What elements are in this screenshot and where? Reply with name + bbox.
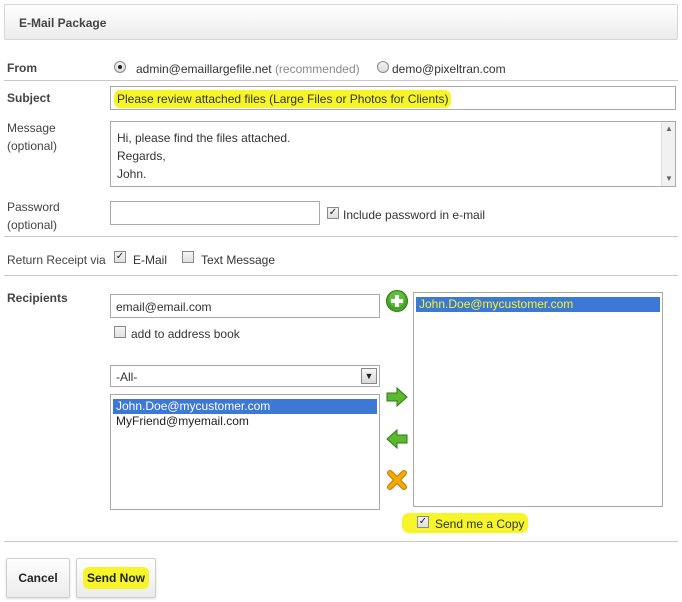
cancel-button[interactable]: Cancel [6,558,70,598]
password-input[interactable] [110,201,320,225]
from-option-admin: admin@emaillargefile.net (recommended) [136,62,360,76]
list-item[interactable]: John.Doe@mycustomer.com [416,297,660,312]
list-item[interactable]: John.Doe@mycustomer.com [113,399,377,414]
subject-value: Please review attached files (Large File… [114,90,452,108]
recipient-email-input[interactable]: email@email.com [110,294,380,318]
add-address-book-checkbox[interactable] [114,326,126,338]
divider [4,541,678,542]
message-scrollbar[interactable]: ▲ ▼ [661,122,675,186]
message-text: Hi, please find the files attached. Rega… [117,131,291,181]
include-password-label: Include password in e-mail [343,208,486,222]
from-option-demo: demo@pixeltran.com [392,62,506,76]
recipients-label: Recipients [7,291,68,305]
subject-input[interactable]: Please review attached files (Large File… [110,86,676,110]
receipt-text-checkbox[interactable] [182,251,194,263]
include-password-checkbox[interactable]: ✓ [327,207,339,219]
from-radio-demo[interactable] [377,61,389,73]
arrow-left-icon[interactable] [385,428,409,450]
from-label: From [7,61,37,75]
send-copy-label: Send me a Copy [435,517,525,531]
panel-header: E-Mail Package [4,4,678,40]
divider [4,236,678,237]
arrow-right-icon[interactable] [385,386,409,408]
group-select[interactable]: -All- ▼ [110,365,380,387]
message-label: Message (optional) [7,121,58,153]
receipt-text-label: Text Message [201,253,276,267]
password-label: Password (optional) [7,200,60,232]
send-now-button[interactable]: Send Now [76,558,156,598]
address-list[interactable]: John.Doe@mycustomer.com MyFriend@myemail… [110,394,380,510]
group-select-value: -All- [116,370,138,384]
receipt-email-checkbox[interactable]: ✓ [114,251,126,263]
from-radio-admin[interactable] [114,61,126,73]
scroll-up-icon[interactable]: ▲ [662,122,676,136]
x-icon[interactable] [386,469,408,491]
divider [4,80,678,81]
send-copy-checkbox[interactable]: ✓ [417,516,429,528]
list-item[interactable]: MyFriend@myemail.com [113,414,377,429]
scroll-down-icon[interactable]: ▼ [662,172,676,186]
plus-circle-icon[interactable] [385,289,409,313]
message-textarea[interactable]: Hi, please find the files attached. Rega… [110,121,676,187]
chevron-down-icon[interactable]: ▼ [361,368,377,384]
divider [4,275,678,276]
subject-label: Subject [7,91,51,105]
add-address-book-label: add to address book [131,327,240,341]
receipt-label: Return Receipt via [7,253,106,267]
panel-title: E-Mail Package [19,16,107,30]
selected-recipients-list[interactable]: John.Doe@mycustomer.com [413,292,663,507]
receipt-email-label: E-Mail [133,253,168,267]
